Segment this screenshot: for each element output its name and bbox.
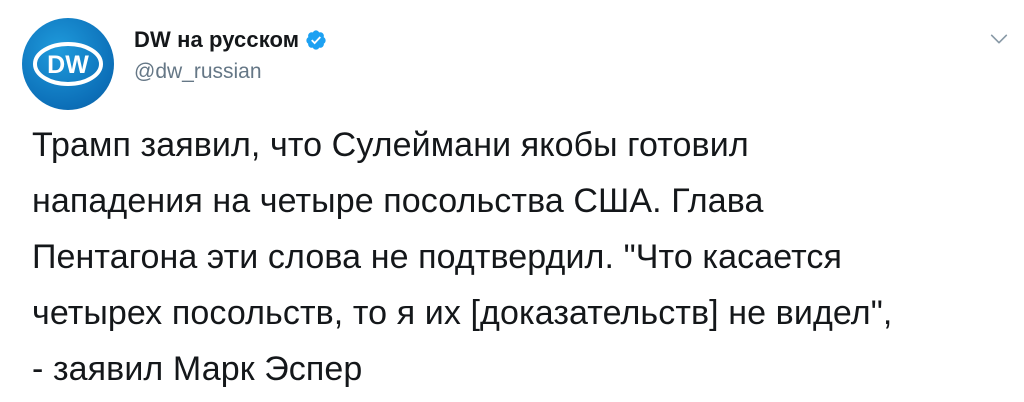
tweet-card: DW DW на русском @dw_russian Трамп заяви… xyxy=(0,0,1024,402)
tweet-text: Трамп заявил, что Сулеймани якобы готови… xyxy=(32,126,893,388)
name-row: DW на русском xyxy=(134,26,964,54)
avatar-text: DW xyxy=(47,51,89,79)
verified-badge-icon xyxy=(306,30,326,50)
chevron-down-icon[interactable] xyxy=(988,28,1010,50)
display-name[interactable]: DW на русском xyxy=(134,27,299,53)
tweet-header: DW на русском @dw_russian xyxy=(134,26,964,84)
dw-logo-icon: DW xyxy=(33,42,103,86)
avatar[interactable]: DW xyxy=(22,18,114,110)
user-handle[interactable]: @dw_russian xyxy=(134,60,964,84)
